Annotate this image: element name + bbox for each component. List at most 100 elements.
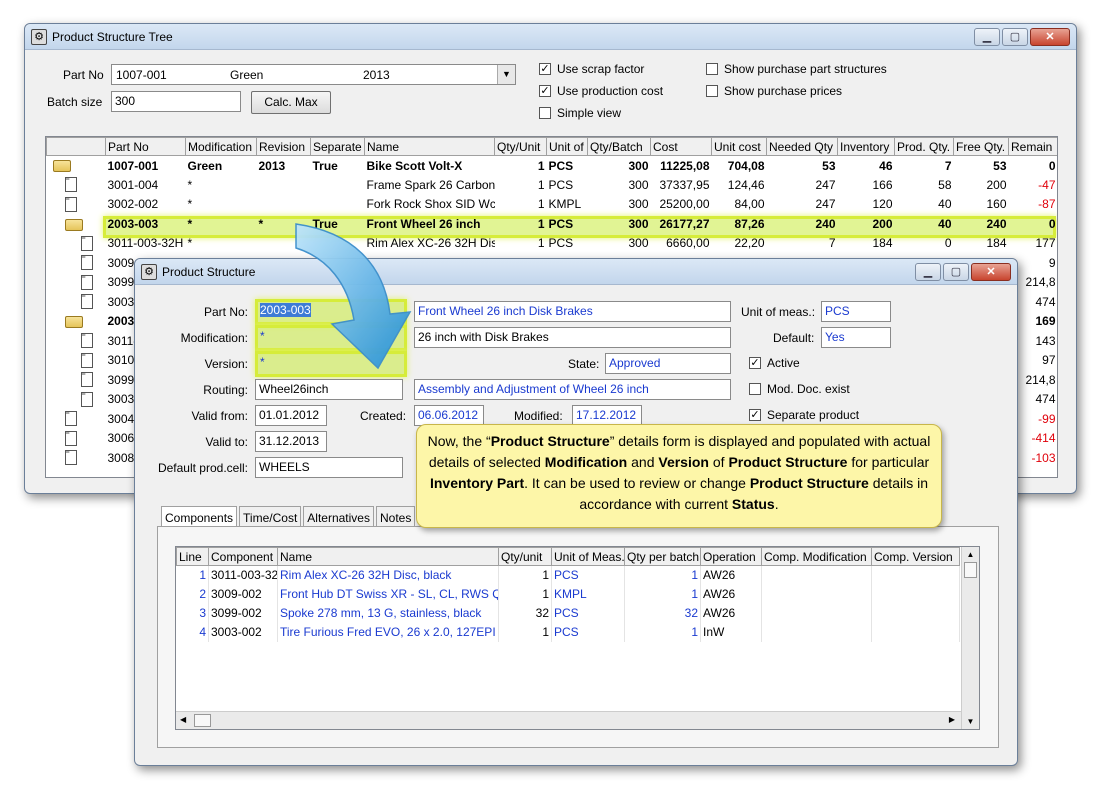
tree-node-cell[interactable]: ≡ [47, 448, 106, 468]
component-cell-cver[interactable] [871, 603, 960, 623]
active-checkbox[interactable]: ✓ Active [749, 356, 800, 370]
component-col-header[interactable]: Operation [700, 547, 762, 566]
use-scrap-factor-checkbox[interactable]: ✓ Use scrap factor [539, 62, 644, 76]
modification-desc-field[interactable]: 26 inch with Disk Brakes [414, 327, 731, 348]
tree-col-header[interactable]: Needed Qty [766, 137, 838, 156]
close-icon[interactable]: ✕ [971, 263, 1011, 281]
unit-field[interactable]: PCS [821, 301, 891, 322]
component-cell-cver[interactable] [871, 584, 960, 604]
component-col-header[interactable]: Qty/unit [498, 547, 552, 566]
part-name-field[interactable]: Front Wheel 26 inch Disk Brakes [414, 301, 731, 322]
component-cell-comp[interactable]: 3009-002 [208, 584, 278, 604]
simple-view-checkbox[interactable]: Simple view [539, 106, 621, 120]
component-cell-cver[interactable] [871, 565, 960, 585]
minimize-icon[interactable]: ▁ [915, 263, 941, 281]
component-cell-cmod[interactable] [761, 603, 872, 623]
mod-doc-checkbox[interactable]: Mod. Doc. exist [749, 382, 850, 396]
minimize-icon[interactable]: ▁ [974, 28, 1000, 46]
component-col-header[interactable]: Unit of Meas. [551, 547, 625, 566]
state-field[interactable]: Approved [605, 353, 731, 374]
tree-col-header[interactable]: Part No [105, 137, 186, 156]
scroll-thumb[interactable] [964, 562, 977, 578]
component-cell-qty[interactable]: 1 [498, 622, 552, 642]
use-production-cost-checkbox[interactable]: ✓ Use production cost [539, 84, 663, 98]
tree-col-header[interactable]: Qty/Unit [494, 137, 547, 156]
tree-node-cell[interactable]: ≡ [47, 390, 106, 410]
default-field[interactable]: Yes [821, 327, 891, 348]
component-col-header[interactable]: Line [176, 547, 209, 566]
component-cell-unit[interactable]: PCS [551, 603, 625, 623]
tree-col-header[interactable]: Cost [650, 137, 712, 156]
component-col-header[interactable]: Qty per batch [624, 547, 701, 566]
tree-node-cell[interactable]: ≡ [47, 195, 106, 215]
tree-node-cell[interactable]: ≡ [47, 409, 106, 429]
tree-node-cell[interactable]: ≡ [47, 234, 106, 254]
modified-field[interactable]: 17.12.2012 [572, 405, 642, 426]
show-purchase-structures-checkbox[interactable]: Show purchase part structures [706, 62, 887, 76]
component-cell-cmod[interactable] [761, 622, 872, 642]
component-cell-qty[interactable]: 32 [498, 603, 552, 623]
component-col-header[interactable]: Comp. Modification [761, 547, 872, 566]
tree-col-header[interactable]: Prod. Qty. [894, 137, 954, 156]
tree-row[interactable]: ≡ 3001-004 * Frame Spark 26 Carbon, 1 PCS 300 3… [47, 175, 1058, 195]
component-col-header[interactable]: Component [208, 547, 278, 566]
tree-node-cell[interactable]: ≡ [47, 429, 106, 449]
component-row[interactable]: 3 3099-002 Spoke 278 mm, 13 G, stainless, … [176, 603, 960, 623]
scroll-down-icon[interactable]: ▼ [962, 717, 979, 726]
tree-node-cell[interactable]: ≡ [47, 370, 106, 390]
component-cell-op[interactable]: InW [700, 622, 762, 642]
tree-col-header[interactable]: Inventory [837, 137, 895, 156]
component-cell-name[interactable]: Spoke 278 mm, 13 G, stainless, black [277, 603, 499, 623]
tree-col-header[interactable]: Unit cost [711, 137, 767, 156]
component-cell-name[interactable]: Rim Alex XC-26 32H Disc, black [277, 565, 499, 585]
component-cell-op[interactable]: AW26 [700, 584, 762, 604]
tree-node-cell[interactable] [47, 312, 106, 332]
prod-cell-input[interactable]: WHEELS [255, 457, 403, 478]
component-cell-cver[interactable] [871, 622, 960, 642]
horizontal-scrollbar[interactable]: ◀ ▶ [176, 711, 961, 729]
component-cell-qty[interactable]: 1 [498, 584, 552, 604]
tree-col-header[interactable]: Remain [1008, 137, 1057, 156]
component-cell-qty[interactable]: 1 [498, 565, 552, 585]
component-cell-name[interactable]: Tire Furious Fred EVO, 26 x 2.0, 127EPI … [277, 622, 499, 642]
component-row[interactable]: 1 3011-003-32 Rim Alex XC-26 32H Disc, bla… [176, 565, 960, 585]
tree-col-header[interactable]: Free Qty. [953, 137, 1009, 156]
component-row[interactable]: 2 3009-002 Front Hub DT Swiss XR - SL, CL,… [176, 584, 960, 604]
tree-row[interactable]: ≡ 3011-003-32H * Rim Alex XC-26 32H Disc 1 PC… [47, 234, 1058, 254]
tree-node-cell[interactable] [47, 156, 106, 176]
component-cell-line[interactable]: 2 [176, 584, 209, 604]
tree-col-header[interactable]: Unit of [546, 137, 588, 156]
component-cell-comp[interactable]: 3099-002 [208, 603, 278, 623]
component-cell-unit[interactable]: KMPL [551, 584, 625, 604]
component-cell-comp[interactable]: 3011-003-32 [208, 565, 278, 585]
part-no-select[interactable]: 1007-001 Green 2013 ▼ [111, 64, 516, 85]
component-cell-unit[interactable]: PCS [551, 622, 625, 642]
scroll-right-icon[interactable]: ▶ [949, 715, 955, 724]
maximize-icon[interactable]: ▢ [1002, 28, 1028, 46]
component-cell-batch[interactable]: 1 [624, 584, 701, 604]
routing-desc-field[interactable]: Assembly and Adjustment of Wheel 26 inch [414, 379, 731, 400]
component-cell-op[interactable]: AW26 [700, 603, 762, 623]
component-cell-line[interactable]: 1 [176, 565, 209, 585]
tree-node-cell[interactable]: ≡ [47, 253, 106, 273]
component-cell-op[interactable]: AW26 [700, 565, 762, 585]
scroll-left-icon[interactable]: ◀ [180, 715, 186, 724]
tree-node-cell[interactable]: ≡ [47, 351, 106, 371]
tree-col-header[interactable]: Modification [185, 137, 257, 156]
batch-size-input[interactable]: 300 [111, 91, 241, 112]
tree-row[interactable]: 1007-001 Green 2013 True Bike Scott Volt-X 1 P… [47, 156, 1058, 176]
show-purchase-prices-checkbox[interactable]: Show purchase prices [706, 84, 842, 98]
component-cell-batch[interactable]: 1 [624, 622, 701, 642]
tree-node-cell[interactable]: ≡ [47, 331, 106, 351]
tree-row[interactable]: ≡ 3002-002 * Fork Rock Shox SID Wc 1 KMPL 300 2… [47, 195, 1058, 215]
component-cell-unit[interactable]: PCS [551, 565, 625, 585]
valid-from-input[interactable]: 01.01.2012 [255, 405, 327, 426]
tree-col-header[interactable]: Name [364, 137, 495, 156]
valid-to-input[interactable]: 31.12.2013 [255, 431, 327, 452]
components-grid[interactable]: Line Component Name Qty/unit Unit of Meas. Qt… [175, 546, 980, 730]
component-cell-line[interactable]: 4 [176, 622, 209, 642]
component-cell-cmod[interactable] [761, 565, 872, 585]
chevron-down-icon[interactable]: ▼ [497, 65, 515, 84]
tree-col-header[interactable] [46, 137, 106, 156]
component-cell-line[interactable]: 3 [176, 603, 209, 623]
